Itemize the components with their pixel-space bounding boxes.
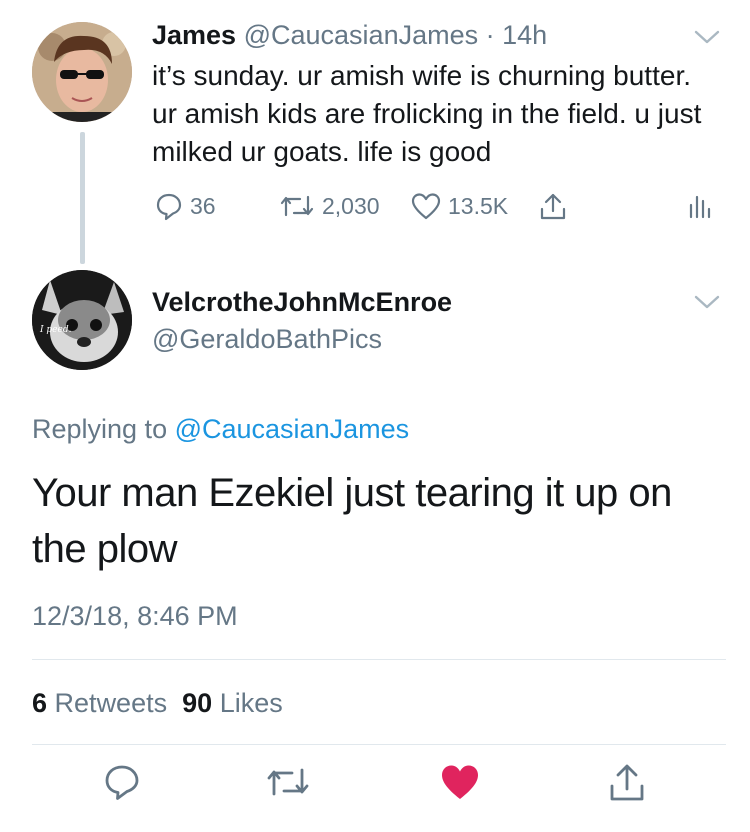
replying-prefix: Replying to <box>32 414 175 444</box>
author-name[interactable]: James <box>152 20 236 50</box>
avatar-caption: I peed. <box>39 325 72 335</box>
retweet-icon <box>264 768 312 806</box>
heart-icon <box>439 765 481 806</box>
divider <box>32 659 726 660</box>
share-action[interactable] <box>537 191 569 223</box>
share-icon <box>607 764 647 808</box>
heart-icon <box>410 191 442 221</box>
tweet-header: James @CaucasianJames · 14h <box>152 18 547 52</box>
retweet-action[interactable]: 2,030 <box>278 191 380 221</box>
like-button[interactable] <box>439 762 481 807</box>
chevron-down-icon[interactable] <box>694 28 720 46</box>
likes-stat[interactable]: 90 Likes <box>182 688 283 718</box>
share-button[interactable] <box>607 762 647 809</box>
analytics-action[interactable] <box>688 191 712 219</box>
reply-tweet-text: Your man Ezekiel just tearing it up on t… <box>32 471 672 571</box>
retweets-stat[interactable]: 6 Retweets <box>32 688 167 718</box>
avatar-james[interactable] <box>32 22 132 122</box>
tweet-time[interactable]: 14h <box>502 20 547 50</box>
tweet-text: it’s sunday. ur amish wife is churning b… <box>152 60 702 167</box>
reply-author-name[interactable]: VelcrotheJohnMcEnroe <box>152 285 452 319</box>
retweets-label: Retweets <box>54 688 168 718</box>
reply-button[interactable] <box>102 762 142 807</box>
retweet-count: 2,030 <box>322 192 380 219</box>
analytics-icon <box>688 191 712 219</box>
replying-to-link[interactable]: @CaucasianJames <box>175 414 410 444</box>
replying-to: Replying to @CaucasianJames <box>32 411 409 447</box>
avatar-velcro[interactable]: I peed. <box>32 270 132 370</box>
reply-author-handle[interactable]: @GeraldoBathPics <box>152 322 382 356</box>
chevron-down-icon[interactable] <box>694 293 720 311</box>
likes-label: Likes <box>219 688 283 718</box>
like-count: 13.5K <box>448 192 509 219</box>
reply-count: 36 <box>190 192 216 219</box>
reply-icon <box>102 765 142 806</box>
tweet-timestamp[interactable]: 12/3/18, 8:46 PM <box>32 598 238 634</box>
tweet-stats: 6 Retweets 90 Likes <box>32 686 283 720</box>
reply-icon <box>154 191 184 221</box>
retweet-icon <box>278 191 316 221</box>
thread-connector-line <box>80 132 85 264</box>
divider <box>32 744 726 745</box>
retweets-count: 6 <box>32 688 48 718</box>
retweet-button[interactable] <box>264 762 312 807</box>
like-action[interactable]: 13.5K <box>410 191 508 221</box>
header-separator: · <box>478 20 503 50</box>
likes-count: 90 <box>182 688 213 718</box>
share-icon <box>537 191 569 223</box>
author-handle[interactable]: @CaucasianJames <box>244 20 479 50</box>
reply-action[interactable]: 36 <box>154 191 216 221</box>
